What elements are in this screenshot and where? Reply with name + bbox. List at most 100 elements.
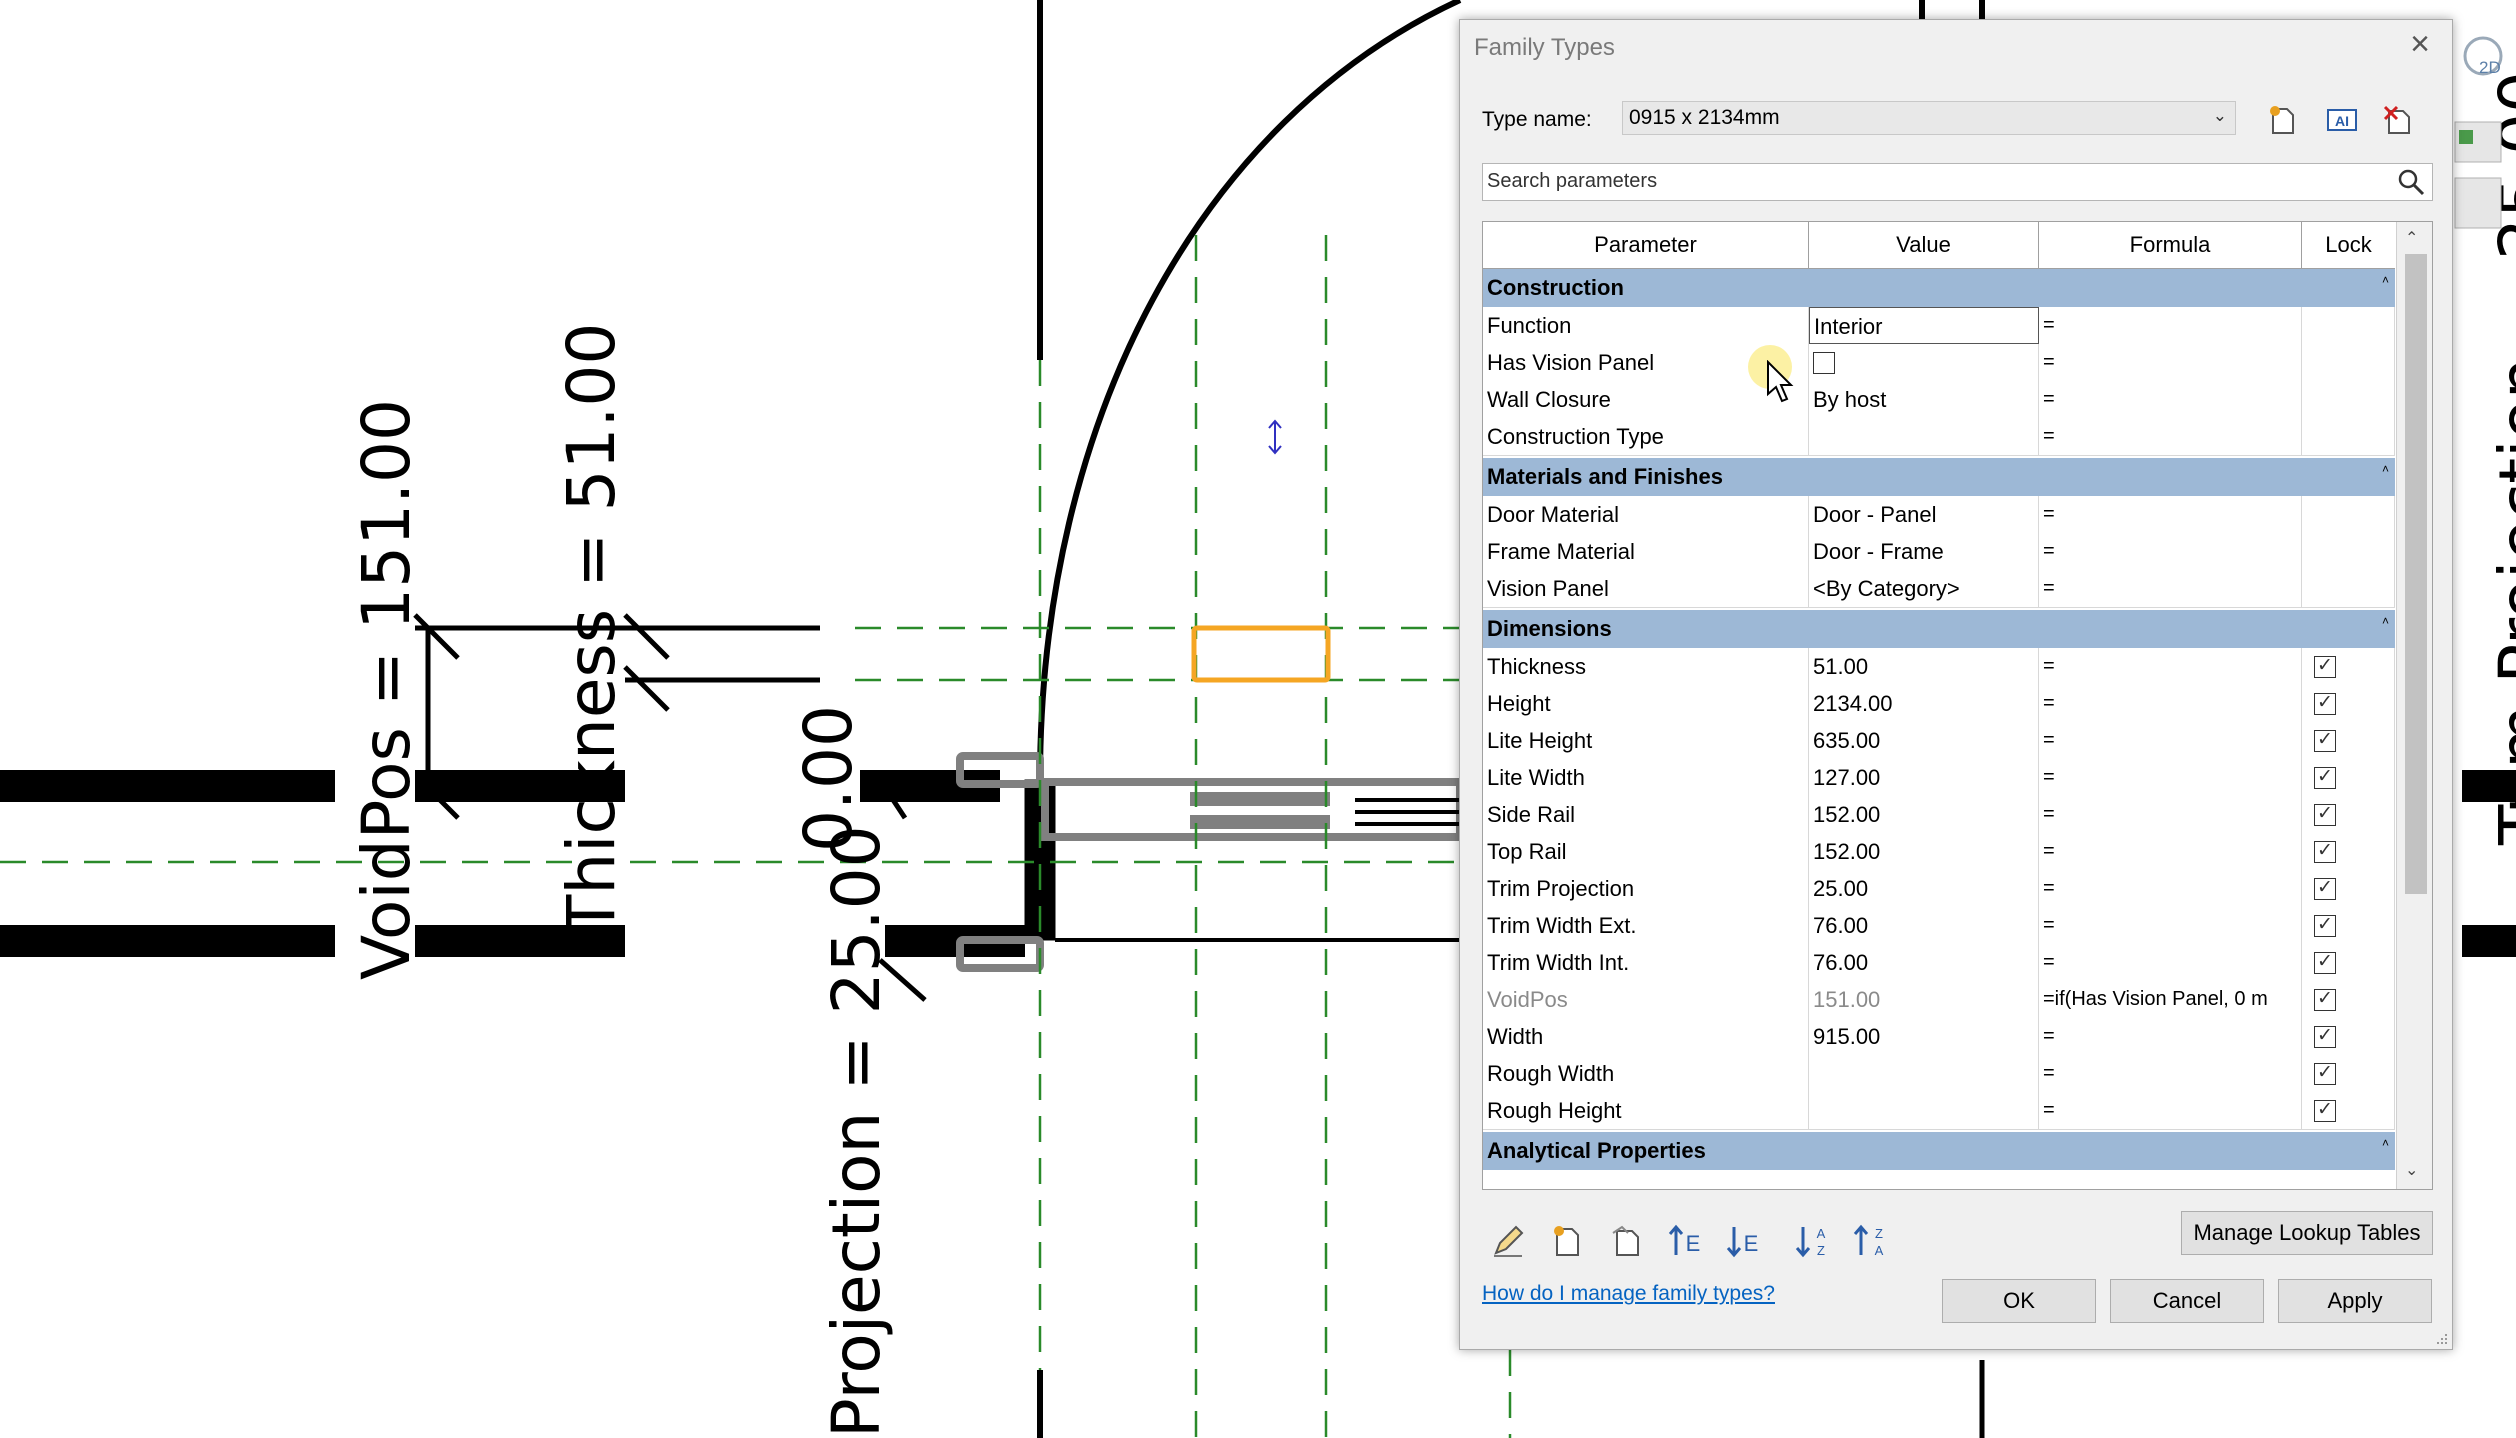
lock-cell[interactable]: ✓ [2302,1055,2395,1092]
value-cell[interactable]: 2134.00 [1809,685,2039,722]
group-header[interactable]: Construction ˄ [1483,269,2395,307]
pencil-icon[interactable] [1486,1219,1530,1263]
ok-button[interactable]: OK [1942,1279,2096,1323]
manage-lookup-tables-button[interactable]: Manage Lookup Tables [2181,1211,2433,1255]
lock-cell[interactable] [2302,307,2395,344]
rename-type-icon[interactable]: AI [2322,100,2362,140]
table-row[interactable]: Thickness 51.00 = ✓ [1483,648,2395,686]
scroll-up-icon[interactable]: ⌃ [2405,228,2418,248]
value-cell[interactable]: Door - Panel [1809,496,2039,533]
lock-checkbox[interactable]: ✓ [2314,804,2336,826]
lock-cell[interactable]: ✓ [2302,944,2395,981]
formula-cell[interactable]: = [2039,870,2302,907]
lock-checkbox[interactable]: ✓ [2314,1026,2336,1048]
sort-ascending-icon[interactable]: AZ [1792,1219,1836,1263]
grid-scrollbar[interactable]: ⌃ ⌄ [2396,222,2432,1189]
group-header[interactable]: Dimensions ˄ [1483,610,2395,648]
formula-cell[interactable]: = [2039,570,2302,607]
value-cell[interactable]: <By Category> [1809,570,2039,607]
search-icon[interactable] [2396,167,2426,202]
navigation-bar[interactable]: 2D [2453,18,2516,248]
value-cell[interactable]: 635.00 [1809,722,2039,759]
scroll-down-icon[interactable]: ⌄ [2405,1160,2418,1180]
table-row[interactable]: Trim Projection 25.00 = ✓ [1483,870,2395,908]
lock-cell[interactable]: ✓ [2302,833,2395,870]
value-cell[interactable]: 51.00 [1809,648,2039,685]
formula-cell[interactable]: = [2039,648,2302,685]
lock-checkbox[interactable]: ✓ [2314,915,2336,937]
table-row[interactable]: Top Rail 152.00 = ✓ [1483,833,2395,871]
formula-cell[interactable]: = [2039,533,2302,570]
flip-arrow-icon[interactable] [1268,419,1282,455]
collapse-icon[interactable]: ˄ [2382,261,2389,299]
lock-checkbox[interactable]: ✓ [2314,989,2336,1011]
column-header-formula[interactable]: Formula [2039,222,2302,268]
table-row[interactable]: Trim Width Int. 76.00 = ✓ [1483,944,2395,982]
formula-cell[interactable]: = [2039,418,2302,455]
formula-cell[interactable]: = [2039,944,2302,981]
group-header[interactable]: Analytical Properties ˄ [1483,1132,2395,1170]
table-row[interactable]: Vision Panel <By Category> = [1483,570,2395,608]
value-cell[interactable]: 25.00 [1809,870,2039,907]
delete-type-icon[interactable] [2378,100,2418,140]
table-row[interactable]: Function Interior = [1483,307,2395,345]
collapse-icon[interactable]: ˄ [2382,450,2389,488]
new-type-icon[interactable] [2262,100,2302,140]
table-row[interactable]: Height 2134.00 = ✓ [1483,685,2395,723]
sort-descending-icon[interactable]: ZA [1850,1219,1894,1263]
help-link[interactable]: How do I manage family types? [1482,1282,1775,1306]
column-header-value[interactable]: Value [1809,222,2039,268]
value-cell[interactable]: 76.00 [1809,907,2039,944]
delete-parameter-icon[interactable] [1604,1219,1648,1263]
formula-cell[interactable]: = [2039,307,2302,344]
formula-cell[interactable]: =if(Has Vision Panel, 0 m [2039,981,2302,1018]
table-row[interactable]: Lite Height 635.00 = ✓ [1483,722,2395,760]
table-row[interactable]: Construction Type = [1483,418,2395,456]
formula-cell[interactable]: = [2039,1055,2302,1092]
column-header-parameter[interactable]: Parameter [1483,222,1809,268]
selected-void-box[interactable] [1191,625,1331,683]
table-row[interactable]: Wall Closure By host = [1483,381,2395,419]
collapse-icon[interactable]: ˄ [2382,602,2389,640]
value-cell[interactable]: By host [1809,381,2039,418]
lock-cell[interactable]: ✓ [2302,796,2395,833]
lock-cell[interactable] [2302,381,2395,418]
lock-cell[interactable] [2302,344,2395,381]
value-cell[interactable]: Interior [1809,307,2039,344]
formula-cell[interactable]: = [2039,907,2302,944]
lock-checkbox[interactable]: ✓ [2314,693,2336,715]
formula-cell[interactable]: = [2039,1018,2302,1055]
formula-cell[interactable]: = [2039,344,2302,381]
lock-cell[interactable]: ✓ [2302,1018,2395,1055]
formula-cell[interactable]: = [2039,796,2302,833]
lock-checkbox[interactable]: ✓ [2314,767,2336,789]
table-row[interactable]: Width 915.00 = ✓ [1483,1018,2395,1056]
lock-checkbox[interactable]: ✓ [2314,1100,2336,1122]
lock-checkbox[interactable]: ✓ [2314,952,2336,974]
new-parameter-icon[interactable] [1544,1219,1588,1263]
lock-cell[interactable]: ✓ [2302,685,2395,722]
resize-grip-icon[interactable] [2433,1330,2449,1346]
formula-cell[interactable]: = [2039,1092,2302,1129]
table-row[interactable]: Frame Material Door - Frame = [1483,533,2395,571]
table-row[interactable]: Rough Width = ✓ [1483,1055,2395,1093]
value-cell[interactable] [1809,1092,2039,1129]
lock-checkbox[interactable]: ✓ [2314,841,2336,863]
search-parameters-field[interactable] [1482,163,2433,201]
lock-cell[interactable]: ✓ [2302,870,2395,907]
formula-cell[interactable]: = [2039,759,2302,796]
lock-cell[interactable]: ✓ [2302,648,2395,685]
lock-cell[interactable]: ✓ [2302,759,2395,796]
value-cell[interactable]: 127.00 [1809,759,2039,796]
value-cell[interactable]: 152.00 [1809,833,2039,870]
table-row[interactable]: Door Material Door - Panel = [1483,496,2395,534]
formula-cell[interactable]: = [2039,496,2302,533]
value-checkbox[interactable] [1813,352,1835,374]
value-cell[interactable]: Door - Frame [1809,533,2039,570]
lock-cell[interactable]: ✓ [2302,907,2395,944]
move-up-icon[interactable]: E [1664,1219,1708,1263]
table-row[interactable]: Trim Width Ext. 76.00 = ✓ [1483,907,2395,945]
move-down-icon[interactable]: E [1722,1219,1766,1263]
table-row[interactable]: Lite Width 127.00 = ✓ [1483,759,2395,797]
table-row[interactable]: Has Vision Panel = [1483,344,2395,382]
